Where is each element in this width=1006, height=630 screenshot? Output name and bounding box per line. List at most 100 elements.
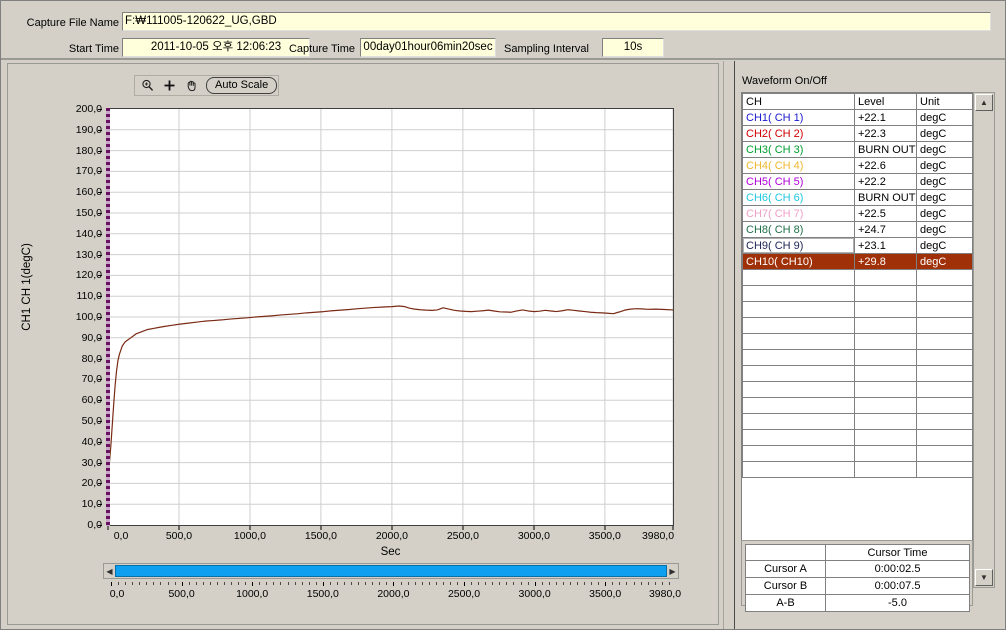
panel-splitter[interactable] bbox=[723, 61, 735, 629]
channel-unit-cell[interactable]: degC bbox=[916, 189, 972, 206]
channel-row[interactable]: CH2( CH 2) +22.3 degC bbox=[742, 125, 972, 142]
channel-empty-cell[interactable] bbox=[916, 381, 972, 398]
channel-empty-cell[interactable] bbox=[854, 317, 917, 334]
channel-empty-cell[interactable] bbox=[742, 381, 855, 398]
channel-level-cell[interactable]: +22.3 bbox=[854, 125, 917, 142]
channel-name-cell[interactable]: CH9( CH 9) bbox=[742, 237, 855, 254]
channel-unit-cell[interactable]: degC bbox=[916, 253, 972, 270]
scrollbar-thumb[interactable] bbox=[115, 565, 667, 577]
channel-row-empty[interactable] bbox=[742, 269, 972, 286]
channel-empty-cell[interactable] bbox=[854, 461, 917, 478]
channel-empty-cell[interactable] bbox=[916, 413, 972, 430]
channel-row-empty[interactable] bbox=[742, 413, 972, 430]
capture-time-field[interactable]: 00day01hour06min20sec bbox=[360, 38, 496, 57]
channel-empty-cell[interactable] bbox=[742, 301, 855, 318]
channel-name-cell[interactable]: CH3( CH 3) bbox=[742, 141, 855, 158]
scroll-right-arrow-icon[interactable]: ▶ bbox=[667, 564, 678, 578]
channel-empty-cell[interactable] bbox=[916, 461, 972, 478]
channel-level-cell[interactable]: +23.1 bbox=[854, 237, 917, 254]
channel-name-cell[interactable]: CH10( CH10) bbox=[742, 253, 855, 270]
channel-empty-cell[interactable] bbox=[916, 317, 972, 334]
channel-row-empty[interactable] bbox=[742, 333, 972, 350]
channel-column-header[interactable]: CH bbox=[742, 93, 855, 110]
scroll-down-arrow-icon[interactable]: ▼ bbox=[975, 569, 993, 586]
channel-empty-cell[interactable] bbox=[916, 285, 972, 302]
auto-scale-button[interactable]: Auto Scale bbox=[206, 77, 278, 94]
channel-empty-cell[interactable] bbox=[854, 445, 917, 462]
channel-empty-cell[interactable] bbox=[742, 269, 855, 286]
channel-empty-cell[interactable] bbox=[742, 413, 855, 430]
channel-name-cell[interactable]: CH8( CH 8) bbox=[742, 221, 855, 238]
channel-row-empty[interactable] bbox=[742, 461, 972, 478]
channel-empty-cell[interactable] bbox=[742, 365, 855, 382]
channel-empty-cell[interactable] bbox=[916, 365, 972, 382]
channel-row[interactable]: CH8( CH 8) +24.7 degC bbox=[742, 221, 972, 238]
channel-level-cell[interactable]: +22.2 bbox=[854, 173, 917, 190]
channel-row-empty[interactable] bbox=[742, 301, 972, 318]
channel-empty-cell[interactable] bbox=[916, 445, 972, 462]
channel-empty-cell[interactable] bbox=[742, 285, 855, 302]
channel-empty-cell[interactable] bbox=[854, 285, 917, 302]
channel-row-empty[interactable] bbox=[742, 365, 972, 382]
channel-row-empty[interactable] bbox=[742, 349, 972, 366]
channel-row[interactable]: CH4( CH 4) +22.6 degC bbox=[742, 157, 972, 174]
channel-row[interactable]: CH3( CH 3) BURN OUT degC bbox=[742, 141, 972, 158]
channel-level-cell[interactable]: +24.7 bbox=[854, 221, 917, 238]
channel-unit-cell[interactable]: degC bbox=[916, 173, 972, 190]
channel-empty-cell[interactable] bbox=[854, 381, 917, 398]
channel-empty-cell[interactable] bbox=[916, 333, 972, 350]
channel-name-cell[interactable]: CH4( CH 4) bbox=[742, 157, 855, 174]
channel-table-scrollbar[interactable]: ▲ ▼ bbox=[973, 92, 995, 588]
channel-empty-cell[interactable] bbox=[854, 333, 917, 350]
channel-level-cell[interactable]: +22.1 bbox=[854, 109, 917, 126]
channel-name-cell[interactable]: CH7( CH 7) bbox=[742, 205, 855, 222]
channel-row-empty[interactable] bbox=[742, 429, 972, 446]
channel-empty-cell[interactable] bbox=[916, 349, 972, 366]
channel-empty-cell[interactable] bbox=[854, 349, 917, 366]
channel-name-cell[interactable]: CH6( CH 6) bbox=[742, 189, 855, 206]
channel-row[interactable]: CH5( CH 5) +22.2 degC bbox=[742, 173, 972, 190]
plot-area[interactable] bbox=[107, 108, 674, 526]
channel-unit-cell[interactable]: degC bbox=[916, 109, 972, 126]
channel-name-cell[interactable]: CH5( CH 5) bbox=[742, 173, 855, 190]
channel-unit-cell[interactable]: degC bbox=[916, 157, 972, 174]
channel-unit-cell[interactable]: degC bbox=[916, 141, 972, 158]
channel-unit-cell[interactable]: degC bbox=[916, 205, 972, 222]
sampling-interval-field[interactable]: 10s bbox=[602, 38, 664, 57]
channel-row[interactable]: CH10( CH10) +29.8 degC bbox=[742, 253, 972, 270]
crosshair-icon[interactable] bbox=[159, 77, 179, 94]
channel-empty-cell[interactable] bbox=[742, 429, 855, 446]
channel-row-empty[interactable] bbox=[742, 381, 972, 398]
channel-empty-cell[interactable] bbox=[916, 269, 972, 286]
channel-level-cell[interactable]: BURN OUT bbox=[854, 141, 917, 158]
channel-unit-cell[interactable]: degC bbox=[916, 125, 972, 142]
channel-empty-cell[interactable] bbox=[854, 429, 917, 446]
time-scrollbar[interactable]: ◀ ▶ bbox=[103, 563, 679, 579]
channel-level-cell[interactable]: +22.5 bbox=[854, 205, 917, 222]
channel-row-empty[interactable] bbox=[742, 317, 972, 334]
channel-name-cell[interactable]: CH2( CH 2) bbox=[742, 125, 855, 142]
channel-column-header[interactable]: Level bbox=[854, 93, 917, 110]
channel-unit-cell[interactable]: degC bbox=[916, 237, 972, 254]
channel-empty-cell[interactable] bbox=[854, 397, 917, 414]
channel-row[interactable]: CH1( CH 1) +22.1 degC bbox=[742, 109, 972, 126]
channel-level-cell[interactable]: BURN OUT bbox=[854, 189, 917, 206]
capture-file-name-field[interactable]: F:₩111005-120622_UG,GBD bbox=[122, 12, 991, 31]
channel-empty-cell[interactable] bbox=[854, 301, 917, 318]
channel-row[interactable]: CH6( CH 6) BURN OUT degC bbox=[742, 189, 972, 206]
channel-empty-cell[interactable] bbox=[854, 365, 917, 382]
channel-level-cell[interactable]: +22.6 bbox=[854, 157, 917, 174]
channel-empty-cell[interactable] bbox=[742, 349, 855, 366]
channel-table-container[interactable]: CH Level Unit CH1( CH 1) +22.1 degC CH2( CH 2… bbox=[741, 92, 973, 588]
channel-empty-cell[interactable] bbox=[916, 301, 972, 318]
channel-empty-cell[interactable] bbox=[742, 461, 855, 478]
channel-column-header[interactable]: Unit bbox=[916, 93, 972, 110]
channel-empty-cell[interactable] bbox=[854, 269, 917, 286]
channel-row-empty[interactable] bbox=[742, 445, 972, 462]
channel-empty-cell[interactable] bbox=[742, 333, 855, 350]
channel-empty-cell[interactable] bbox=[916, 429, 972, 446]
channel-row-empty[interactable] bbox=[742, 397, 972, 414]
channel-row[interactable]: CH9( CH 9) +23.1 degC bbox=[742, 237, 972, 254]
channel-unit-cell[interactable]: degC bbox=[916, 221, 972, 238]
channel-empty-cell[interactable] bbox=[916, 397, 972, 414]
